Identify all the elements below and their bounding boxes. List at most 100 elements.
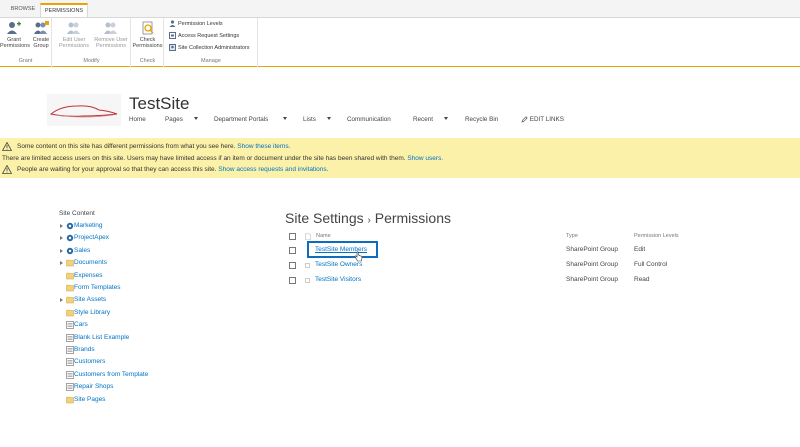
ribbon-group-grant: Grant Permissions Create Group Grant xyxy=(0,18,52,67)
nav-department-portals-chevron-down-icon[interactable] xyxy=(283,117,287,120)
expand-arrow-icon[interactable] xyxy=(60,261,63,266)
tab-browse[interactable]: BROWSE xyxy=(6,3,40,17)
breadcrumb-site-settings[interactable]: Site Settings xyxy=(285,210,364,226)
site-title[interactable]: TestSite xyxy=(129,94,189,114)
column-header-permission-levels[interactable]: Permission Levels xyxy=(634,233,679,239)
permission-levels-button[interactable]: Permission Levels xyxy=(169,19,223,30)
site-collection-administrators-button[interactable]: Site Collection Administrators xyxy=(169,43,250,54)
ribbon-group-modify: Edit User Permissions Remove User Permis… xyxy=(53,18,131,67)
permission-levels-label: Permission Levels xyxy=(178,21,223,27)
site-content-heading: Site Content xyxy=(59,210,95,217)
library-icon xyxy=(66,396,74,403)
expand-arrow-icon[interactable] xyxy=(60,236,63,241)
group-type: SharePoint Group xyxy=(566,276,619,283)
group-label-manage: Manage xyxy=(201,58,221,64)
edit-user-permissions-button[interactable]: Edit User Permissions xyxy=(57,21,91,49)
nav-lists-chevron-down-icon[interactable] xyxy=(327,117,331,120)
group-type: SharePoint Group xyxy=(566,261,619,268)
row-subcheckbox[interactable] xyxy=(305,278,310,283)
sidebar-item-label: Form Templates xyxy=(74,284,121,291)
group-label-grant: Grant xyxy=(18,58,33,64)
ribbon-group-check: Check Permissions Check xyxy=(132,18,164,67)
site-collection-administrators-label: Site Collection Administrators xyxy=(178,45,250,51)
nav-lists[interactable]: Lists xyxy=(303,116,316,126)
banner-text-3: People are waiting for your approval so … xyxy=(17,166,217,173)
library-icon xyxy=(66,259,74,267)
subsite-icon xyxy=(66,222,74,230)
site-admins-icon xyxy=(169,44,176,52)
edit-user-permissions-label: Edit User Permissions xyxy=(59,37,89,49)
access-request-icon xyxy=(169,32,176,40)
nav-pages-chevron-down-icon[interactable] xyxy=(194,117,198,120)
sidebar-item-label: Customers xyxy=(74,358,106,366)
create-group-button[interactable]: Create Group xyxy=(27,21,55,49)
row-checkbox[interactable] xyxy=(289,247,296,254)
nav-pages[interactable]: Pages xyxy=(165,116,183,126)
sidebar-item-label: Marketing xyxy=(74,222,103,229)
show-access-requests-link[interactable]: Show access requests and invitations. xyxy=(218,166,328,173)
breadcrumb-separator: › xyxy=(367,215,371,226)
nav-recycle-bin[interactable]: Recycle Bin xyxy=(465,116,498,126)
sidebar-item-label: Repair Shops xyxy=(74,383,114,391)
nav-communication[interactable]: Communication xyxy=(347,116,391,126)
nav-recent-chevron-down-icon[interactable] xyxy=(444,117,448,120)
library-icon xyxy=(66,284,74,292)
nav-recent[interactable]: Recent xyxy=(413,116,433,126)
car-logo-icon xyxy=(49,105,118,118)
group-name-link[interactable]: TestSite Visitors xyxy=(315,276,361,283)
create-group-icon xyxy=(34,21,49,34)
show-users-link[interactable]: Show users. xyxy=(407,155,443,162)
expand-arrow-icon[interactable] xyxy=(60,248,63,253)
row-checkbox[interactable] xyxy=(289,277,296,284)
sidebar-item-label: Site Pages xyxy=(74,395,106,403)
banner-text-2: There are limited access users on this s… xyxy=(2,155,406,162)
ribbon: Grant Permissions Create Group Grant Edi… xyxy=(0,17,800,67)
hand-cursor-icon xyxy=(354,251,363,262)
show-these-items-link[interactable]: Show these items. xyxy=(237,143,290,150)
warning-icon xyxy=(2,165,12,174)
banner-line-pending-approval: People are waiting for your approval so … xyxy=(17,166,328,173)
row-subcheckbox[interactable] xyxy=(305,263,310,268)
library-icon xyxy=(66,309,74,317)
banner-line-limited-access: There are limited access users on this s… xyxy=(2,155,443,162)
library-icon xyxy=(66,272,74,279)
nav-home[interactable]: Home xyxy=(129,116,146,126)
page-title: Site Settings › Permissions xyxy=(285,210,451,226)
pencil-icon xyxy=(521,116,528,123)
nav-department-portals[interactable]: Department Portals xyxy=(214,116,268,126)
list-icon xyxy=(66,383,74,391)
tab-permissions[interactable]: PERMISSIONS xyxy=(40,3,88,17)
banner-text-1: Some content on this site has different … xyxy=(17,143,236,150)
group-label-modify: Modify xyxy=(83,58,100,64)
sidebar-item-label: Cars xyxy=(74,321,88,329)
access-request-settings-button[interactable]: Access Request Settings xyxy=(169,31,239,42)
check-permissions-button[interactable]: Check Permissions xyxy=(132,21,163,49)
expand-arrow-icon[interactable] xyxy=(60,224,63,228)
sidebar-item-label: Documents xyxy=(74,259,107,267)
list-icon xyxy=(66,321,74,329)
edit-links-label: EDIT LINKS xyxy=(529,116,564,124)
row-checkbox[interactable] xyxy=(289,262,296,269)
sidebar-item-label: Blank List Example xyxy=(74,333,130,341)
banner-line-different-permissions: Some content on this site has different … xyxy=(17,143,290,150)
list-icon xyxy=(66,333,74,342)
check-permissions-icon xyxy=(142,21,154,35)
sidebar-item-label: Sales xyxy=(74,246,91,254)
column-header-name[interactable]: Name xyxy=(316,233,331,239)
site-logo[interactable] xyxy=(47,94,121,126)
group-name-link[interactable]: TestSite Owners xyxy=(315,261,362,268)
remove-user-permissions-label: Remove User Permissions xyxy=(94,37,128,49)
selection-highlight xyxy=(307,241,378,258)
edit-user-permissions-icon xyxy=(67,22,80,34)
library-icon xyxy=(66,297,74,304)
status-banner: Some content on this site has different … xyxy=(0,138,800,178)
subsite-icon xyxy=(66,247,74,254)
grant-permissions-icon xyxy=(7,21,21,34)
column-header-type[interactable]: Type xyxy=(566,233,578,239)
edit-links-button[interactable]: EDIT LINKS xyxy=(521,116,564,123)
grant-permissions-button[interactable]: Grant Permissions xyxy=(0,21,30,49)
expand-arrow-icon[interactable] xyxy=(60,298,63,303)
remove-user-permissions-button[interactable]: Remove User Permissions xyxy=(91,21,131,49)
select-all-checkbox[interactable] xyxy=(289,233,296,240)
warning-icon xyxy=(2,142,12,151)
